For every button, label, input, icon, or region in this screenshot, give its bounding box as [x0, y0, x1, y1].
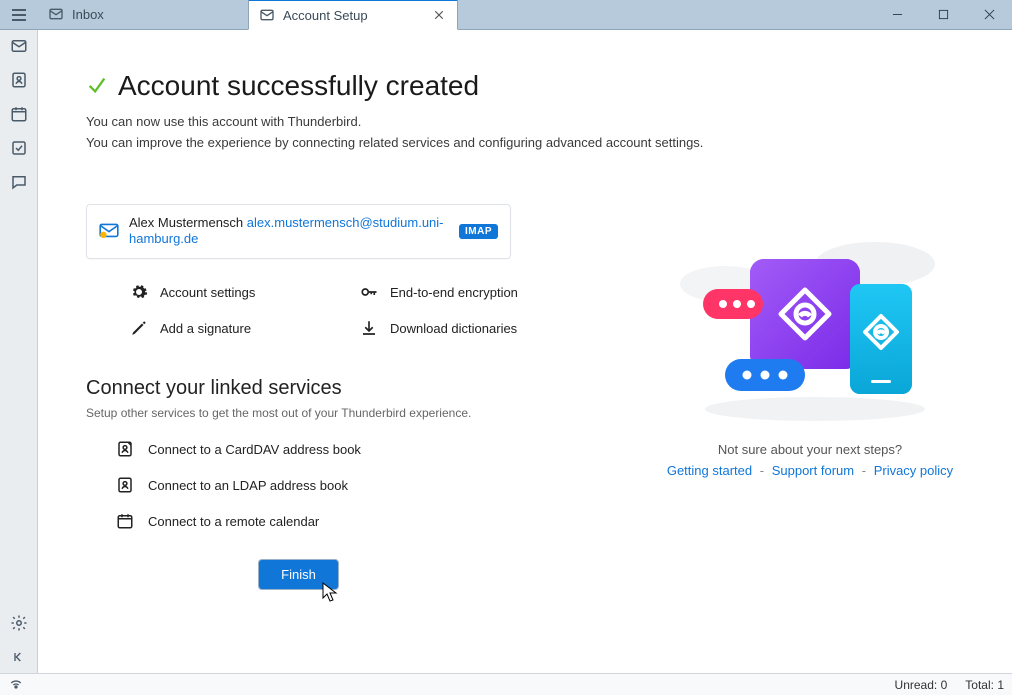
- spaces-toolbar: [0, 30, 38, 673]
- window-maximize-button[interactable]: [920, 0, 966, 29]
- separator: -: [862, 463, 866, 478]
- space-settings-button[interactable]: [9, 613, 29, 633]
- remote-calendar-icon: [116, 512, 134, 530]
- mouse-cursor-icon: [322, 582, 338, 605]
- download-dictionaries-link[interactable]: Download dictionaries: [360, 319, 580, 337]
- linked-services-title: Connect your linked services: [86, 377, 596, 400]
- privacy-policy-link[interactable]: Privacy policy: [874, 463, 953, 478]
- window-controls: [874, 0, 1012, 29]
- tab-account-setup-label: Account Setup: [283, 8, 423, 23]
- success-check-icon: [86, 74, 108, 99]
- window-minimize-button[interactable]: [874, 0, 920, 29]
- help-question: Not sure about your next steps?: [667, 442, 953, 457]
- tab-strip: Inbox Account Setup: [38, 0, 458, 29]
- linked-services-subtitle: Setup other services to get the most out…: [86, 406, 596, 420]
- getting-started-link[interactable]: Getting started: [667, 463, 752, 478]
- window-close-button[interactable]: [966, 0, 1012, 29]
- account-summary-card: Alex Mustermensch alex.mustermensch@stud…: [86, 204, 511, 260]
- status-unread: Unread: 0: [895, 678, 948, 692]
- e2e-encryption-label: End-to-end encryption: [390, 285, 518, 300]
- intro-line-1: You can now use this account with Thunde…: [86, 112, 964, 133]
- account-settings-link[interactable]: Account settings: [130, 283, 330, 301]
- help-links-block: Not sure about your next steps? Getting …: [667, 442, 953, 478]
- status-total: Total: 1: [965, 678, 1004, 692]
- download-icon: [360, 319, 378, 337]
- online-status-icon[interactable]: [8, 676, 24, 693]
- mail-account-icon: [99, 222, 119, 241]
- account-name: Alex Mustermensch: [129, 215, 243, 230]
- separator: -: [760, 463, 764, 478]
- space-collapse-button[interactable]: [9, 647, 29, 667]
- intro-line-2: You can improve the experience by connec…: [86, 133, 964, 154]
- key-icon: [360, 283, 378, 301]
- space-tasks-button[interactable]: [9, 138, 29, 158]
- space-mail-button[interactable]: [9, 36, 29, 56]
- ldap-icon: [116, 476, 134, 494]
- connect-ldap-link[interactable]: Connect to an LDAP address book: [116, 476, 596, 494]
- tab-close-button[interactable]: [431, 7, 447, 23]
- titlebar: Inbox Account Setup: [0, 0, 1012, 30]
- gear-icon: [130, 283, 148, 301]
- space-calendar-button[interactable]: [9, 104, 29, 124]
- inbox-icon: [48, 6, 64, 22]
- onboarding-illustration: [675, 224, 945, 424]
- connect-carddav-label: Connect to a CardDAV address book: [148, 442, 361, 457]
- add-signature-link[interactable]: Add a signature: [130, 319, 330, 337]
- tab-account-setup[interactable]: Account Setup: [248, 0, 458, 30]
- tab-inbox-label: Inbox: [72, 7, 238, 22]
- protocol-badge: IMAP: [459, 224, 498, 239]
- connect-calendar-label: Connect to a remote calendar: [148, 514, 319, 529]
- space-chat-button[interactable]: [9, 172, 29, 192]
- intro-text: You can now use this account with Thunde…: [86, 112, 964, 154]
- pencil-icon: [130, 319, 148, 337]
- account-setup-panel: Account successfully created You can now…: [38, 30, 1012, 673]
- page-title: Account successfully created: [118, 70, 479, 102]
- e2e-encryption-link[interactable]: End-to-end encryption: [360, 283, 580, 301]
- connect-ldap-label: Connect to an LDAP address book: [148, 478, 348, 493]
- spaces-toggle-button[interactable]: [8, 4, 30, 26]
- tab-inbox[interactable]: Inbox: [38, 0, 248, 29]
- space-addressbook-button[interactable]: [9, 70, 29, 90]
- support-forum-link[interactable]: Support forum: [772, 463, 854, 478]
- add-signature-label: Add a signature: [160, 321, 251, 336]
- account-settings-label: Account settings: [160, 285, 255, 300]
- carddav-icon: [116, 440, 134, 458]
- status-bar: Unread: 0 Total: 1: [0, 673, 1012, 695]
- download-dictionaries-label: Download dictionaries: [390, 321, 517, 336]
- connect-carddav-link[interactable]: Connect to a CardDAV address book: [116, 440, 596, 458]
- connect-calendar-link[interactable]: Connect to a remote calendar: [116, 512, 596, 530]
- account-setup-icon: [259, 7, 275, 23]
